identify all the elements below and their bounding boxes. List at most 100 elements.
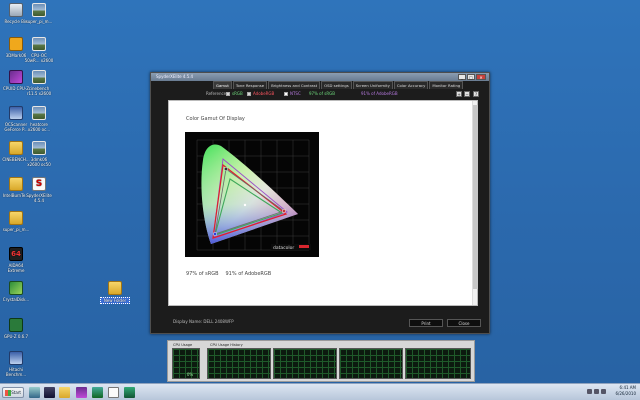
- desktop-icon-label: heatcore x2600 oc...: [27, 122, 51, 132]
- desktop-icon[interactable]: New Folder: [100, 281, 130, 304]
- gadget-taskbar-icon[interactable]: [124, 387, 135, 398]
- cpu-meter-gadget[interactable]: CPU Usage CPU Usage History 0%: [167, 340, 475, 382]
- system-tray: [587, 389, 606, 394]
- desktop-icon-label: SpyderXElite 4.5.4: [26, 193, 52, 203]
- tab-tone-response[interactable]: Tone Response: [232, 81, 268, 89]
- folder-icon: [108, 281, 122, 295]
- srgb-checkbox-label: sRGB: [232, 91, 243, 96]
- tab-color-accuracy[interactable]: Color Accuracy: [393, 81, 429, 89]
- crystaldisk-icon: [9, 281, 23, 295]
- close-button[interactable]: Close: [447, 319, 481, 327]
- recycle-bin-icon: [9, 3, 23, 17]
- desktop-icon-label: AIDA64 Extreme: [7, 263, 25, 273]
- start-button[interactable]: Start: [2, 387, 24, 398]
- cpu-history-graph-4: [405, 348, 471, 379]
- cpuz-taskbar-icon[interactable]: [76, 387, 87, 398]
- ocscanner-icon: [9, 106, 23, 120]
- desktop-icon-label: cinebench r11.5 x2600: [26, 86, 52, 96]
- folder-icon: [9, 211, 23, 225]
- desktop-icon-label: CrystalDisk...: [2, 297, 30, 302]
- volume-icon[interactable]: [594, 389, 599, 394]
- reference-row: Reference: sRGB AdobeRGB NTSC 97% of sRG…: [151, 90, 489, 98]
- ntsc-checkbox-label: NTSC: [290, 91, 301, 96]
- desktop-icon[interactable]: cinebench r11.5 x2600: [24, 70, 54, 96]
- tab-bar: Gamut Tone Response Brightness and Contras…: [213, 81, 464, 89]
- tab-brightness-and-contrast[interactable]: Brightness and Contrast: [268, 81, 321, 89]
- powershell-icon[interactable]: [44, 387, 55, 398]
- windows-logo-icon: [5, 390, 11, 396]
- desktop-icon-label: New Folder: [100, 297, 130, 304]
- spyder-taskbar-icon[interactable]: [108, 387, 119, 398]
- image-file-icon: [32, 70, 46, 84]
- flag-icon[interactable]: [601, 389, 606, 394]
- cpu-history-graph-3: [339, 348, 403, 379]
- cie-diagram: datacolor: [185, 132, 319, 257]
- cpuz-icon: [9, 70, 23, 84]
- content-panel: Color Gamut Of Display datacolor 97% of …: [168, 100, 478, 306]
- cpu-history-graph-1: [207, 348, 271, 379]
- hdtune-icon: [9, 351, 23, 365]
- desktop-icon[interactable]: 64 AIDA64 Extreme: [1, 247, 31, 273]
- server-manager-icon[interactable]: [29, 387, 40, 398]
- desktop-icon-label: GPU-Z 0.6.7: [3, 334, 29, 339]
- image-file-icon: [32, 3, 46, 17]
- desktop-icon[interactable]: heatcore x2600 oc...: [24, 106, 54, 132]
- maximize-button[interactable]: □: [467, 74, 475, 80]
- desktop-icon[interactable]: 3dmk06 x2600 oc50: [24, 141, 54, 167]
- desktop-icon-label: super_pi_m...: [25, 19, 53, 24]
- gpuz-icon: [9, 318, 23, 332]
- explorer-icon[interactable]: [59, 387, 70, 398]
- spyder-icon: S: [32, 177, 46, 191]
- display-name: Display Name: DELL 2408WFP: [173, 319, 234, 324]
- vertical-scrollbar[interactable]: [472, 101, 478, 305]
- spyder-window: SpyderXElite 4.5.4 _ □ ✕ Gamut Tone Respo…: [150, 72, 490, 334]
- print-button[interactable]: Print: [409, 319, 443, 327]
- desktop-icon[interactable]: CrystalDisk...: [1, 281, 31, 302]
- clock[interactable]: 6:41 AM 6/26/2010: [615, 385, 636, 397]
- tab-gamut[interactable]: Gamut: [213, 81, 232, 89]
- chat-icon: [9, 37, 23, 51]
- help-button[interactable]: ?: [473, 91, 479, 97]
- reference-label: Reference:: [206, 91, 228, 96]
- window-title: SpyderXElite 4.5.4: [156, 74, 194, 79]
- srgb-result: 97% of sRGB: [309, 91, 335, 96]
- srgb-checkbox[interactable]: [226, 92, 230, 96]
- start-label: Start: [11, 390, 21, 395]
- minimize-button[interactable]: _: [458, 74, 466, 80]
- image-file-icon: [32, 141, 46, 155]
- desktop-icon[interactable]: S SpyderXElite 4.5.4: [24, 177, 54, 203]
- network-icon[interactable]: [587, 389, 592, 394]
- image-file-icon: [32, 106, 46, 120]
- title-bar[interactable]: SpyderXElite 4.5.4 _ □ ✕: [151, 73, 489, 81]
- srgb-percent: 97% of sRGB: [186, 271, 219, 277]
- desktop-icon-label: super_pi_m...: [2, 227, 30, 232]
- desktop-icon[interactable]: super_pi_m...: [1, 211, 31, 232]
- tab-osd-settings[interactable]: OSD settings: [321, 81, 352, 89]
- gamut-results: 97% of sRGB 91% of AdobeRGB: [186, 271, 271, 277]
- adobergb-percent: 91% of AdobeRGB: [225, 271, 272, 277]
- desktop-icon[interactable]: CPU-OC 50wR... x2600: [24, 37, 54, 63]
- adobergb-checkbox-label: AdobeRGB: [253, 91, 275, 96]
- close-window-button[interactable]: ✕: [476, 74, 486, 80]
- gpuz-taskbar-icon[interactable]: [92, 387, 103, 398]
- folder-icon: [9, 177, 23, 191]
- desktop-icon[interactable]: super_pi_m...: [24, 3, 54, 24]
- ntsc-checkbox[interactable]: [284, 92, 288, 96]
- desktop-icon[interactable]: Hitachi Benchm...: [1, 351, 31, 377]
- cpu-history-graph-2: [273, 348, 337, 379]
- scroll-thumb[interactable]: [473, 105, 478, 289]
- desktop-icon-label: Hitachi Benchm...: [5, 367, 27, 377]
- adobergb-result: 91% of AdobeRGB: [361, 91, 398, 96]
- cpu-usage-value: 0%: [186, 372, 194, 377]
- cpu-usage-label: CPU Usage: [173, 343, 193, 347]
- tab-screen-uniformity[interactable]: Screen Uniformity: [352, 81, 393, 89]
- desktop-icon[interactable]: GPU-Z 0.6.7: [1, 318, 31, 339]
- aida64-icon: 64: [9, 247, 23, 261]
- adobergb-checkbox[interactable]: [247, 92, 251, 96]
- zoom-out-button[interactable]: −: [464, 91, 470, 97]
- tab-monitor-rating[interactable]: Monitor Rating: [429, 81, 464, 89]
- image-file-icon: [32, 37, 46, 51]
- folder-icon: [9, 141, 23, 155]
- desktop-icon-label: CPU-OC 50wR... x2600: [24, 53, 54, 63]
- zoom-in-button[interactable]: +: [456, 91, 462, 97]
